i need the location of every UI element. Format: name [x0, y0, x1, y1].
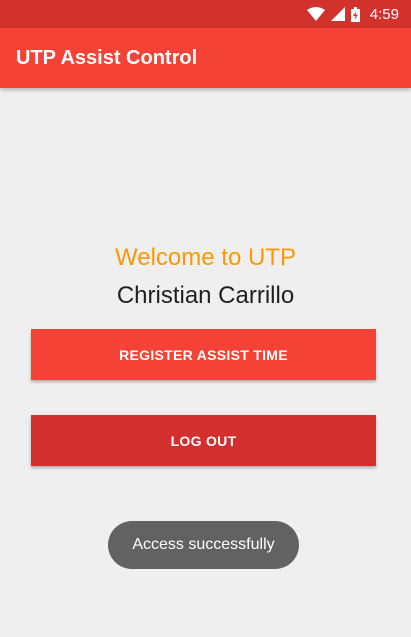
register-assist-time-button[interactable]: REGISTER ASSIST TIME	[31, 329, 376, 380]
app-title: UTP Assist Control	[16, 47, 198, 69]
register-assist-time-label: REGISTER ASSIST TIME	[119, 346, 288, 363]
status-bar: 4:59	[0, 0, 411, 28]
welcome-text: Welcome to UTP	[115, 244, 296, 271]
logout-label: LOG OUT	[170, 432, 237, 449]
wifi-icon	[306, 7, 325, 21]
toast-text: Access successfully	[132, 536, 275, 553]
status-time: 4:59	[369, 5, 399, 23]
logout-button[interactable]: LOG OUT	[31, 415, 376, 466]
status-icons: 4:59	[306, 0, 399, 28]
toast-message: Access successfully	[108, 521, 299, 569]
battery-charging-icon	[350, 6, 360, 22]
cell-signal-icon	[330, 7, 345, 21]
app-bar: UTP Assist Control	[0, 28, 411, 88]
user-name: Christian Carrillo	[116, 282, 295, 309]
